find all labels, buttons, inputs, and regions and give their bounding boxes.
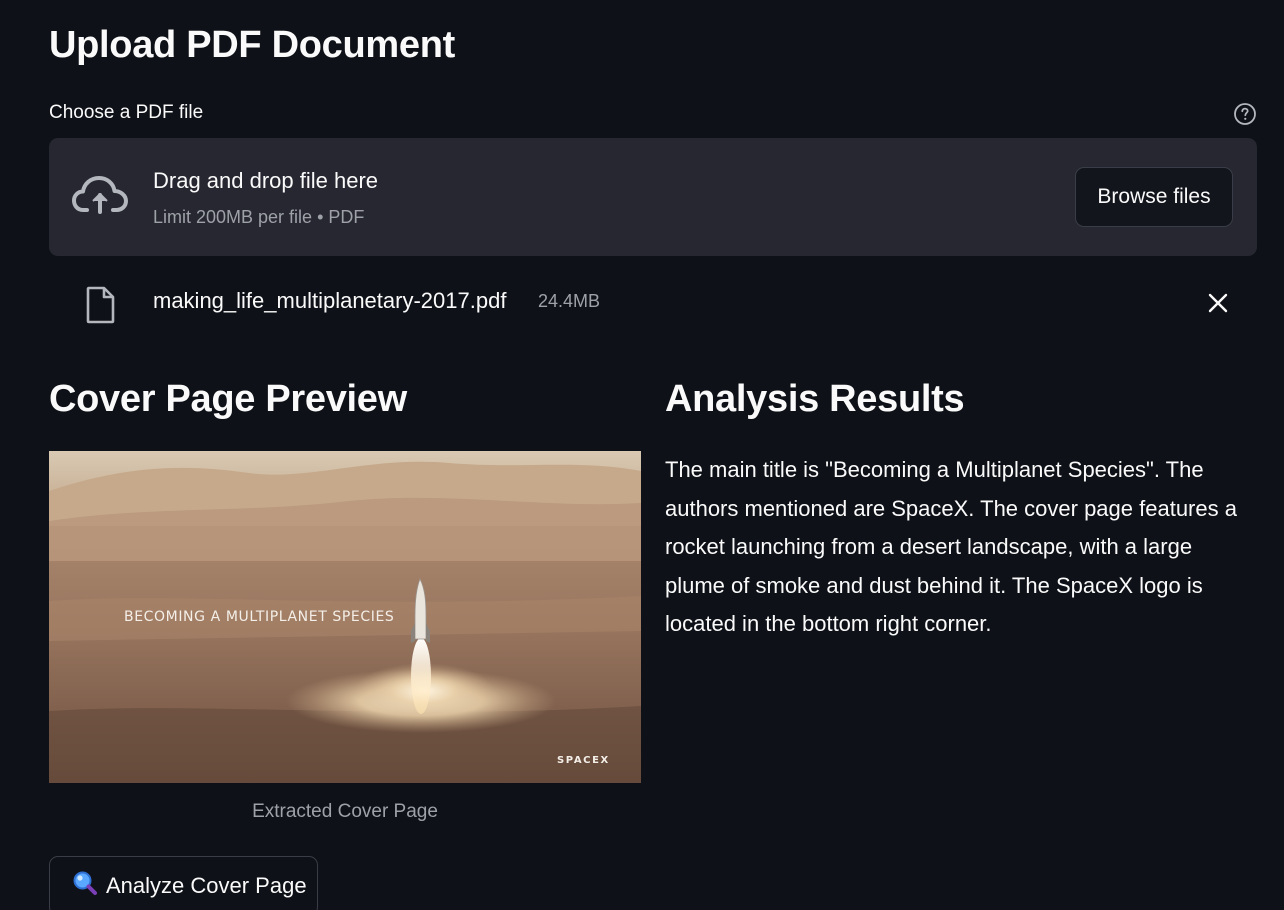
cover-image-title-text: BECOMING A MULTIPLANET SPECIES [124,609,395,625]
help-icon[interactable] [1233,102,1257,126]
browse-files-button[interactable]: Browse files [1075,167,1233,227]
analysis-results-text: The main title is "Becoming a Multiplane… [665,457,1237,636]
uploaded-file-row: making_life_multiplanetary-2017.pdf 24.4… [49,280,1257,328]
cover-image-caption: Extracted Cover Page [252,801,438,822]
page-title: Upload PDF Document [49,24,455,66]
analysis-results-title: Analysis Results [665,378,965,420]
file-dropzone[interactable]: Drag and drop file here Limit 200MB per … [49,138,1257,256]
uploaded-file-size: 24.4MB [538,291,601,311]
close-icon[interactable] [1205,290,1231,316]
cloud-upload-icon [71,174,129,218]
dropzone-limit: Limit 200MB per file • PDF [153,207,365,227]
file-icon [85,286,117,324]
spacex-logo: SPACEX [557,755,610,766]
analyze-cover-button[interactable]: Analyze Cover Page [49,856,318,910]
app-page: Upload PDF Document Choose a PDF file Dr… [0,0,1284,910]
analyze-cover-label: Analyze Cover Page [106,873,307,898]
dropzone-instruction: Drag and drop file here [153,168,379,193]
cover-preview-title: Cover Page Preview [49,378,407,420]
cover-page-image: BECOMING A MULTIPLANET SPECIES SPACEX [49,451,641,783]
uploaded-file-name: making_life_multiplanetary-2017.pdf [153,288,507,313]
magnifying-glass-icon [72,870,98,902]
uploader-label: Choose a PDF file [49,102,204,123]
